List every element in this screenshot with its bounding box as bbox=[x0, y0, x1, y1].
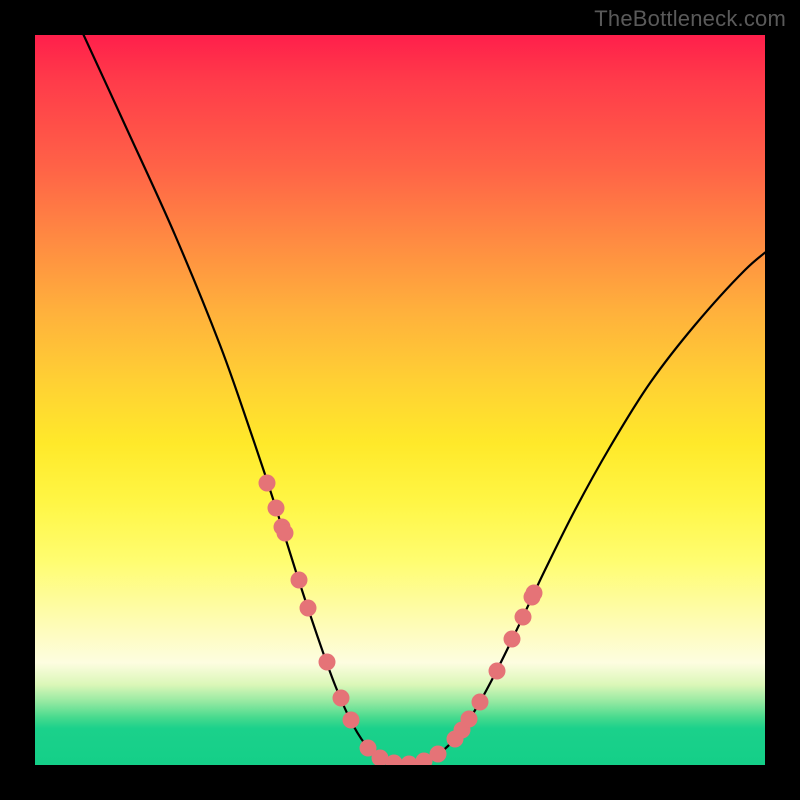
data-dot bbox=[343, 712, 360, 729]
data-dot bbox=[401, 756, 418, 766]
plot-area bbox=[35, 35, 765, 765]
data-dot bbox=[515, 609, 532, 626]
data-dot bbox=[430, 746, 447, 763]
data-dot bbox=[461, 711, 478, 728]
data-dots-right bbox=[447, 585, 543, 748]
data-dot bbox=[300, 600, 317, 617]
data-dot bbox=[259, 475, 276, 492]
data-dot bbox=[489, 663, 506, 680]
data-dot bbox=[291, 572, 308, 589]
chart-container: TheBottleneck.com bbox=[0, 0, 800, 800]
data-dots-left bbox=[259, 475, 360, 729]
data-dot bbox=[268, 500, 285, 517]
curve-svg bbox=[35, 35, 765, 765]
data-dot bbox=[319, 654, 336, 671]
watermark-text: TheBottleneck.com bbox=[594, 6, 786, 32]
bottleneck-curve bbox=[79, 35, 765, 765]
data-dot bbox=[277, 525, 294, 542]
data-dot bbox=[333, 690, 350, 707]
data-dots-bottom bbox=[360, 740, 447, 766]
data-dot bbox=[504, 631, 521, 648]
data-dot bbox=[526, 585, 543, 602]
data-dot bbox=[472, 694, 489, 711]
